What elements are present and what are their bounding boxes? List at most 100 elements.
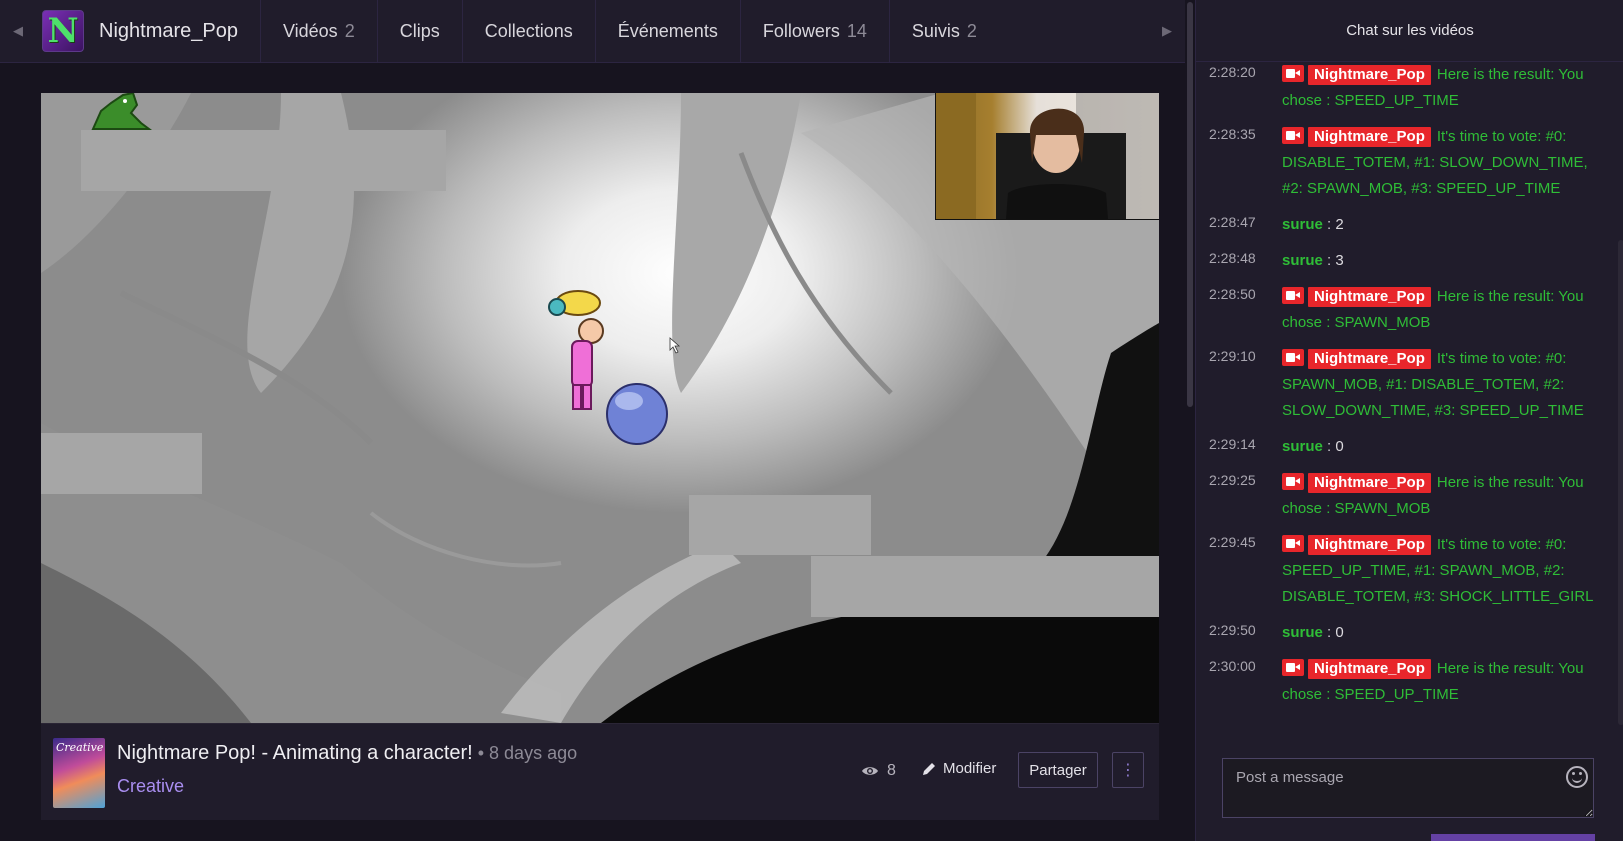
- chat-message-text: 3: [1335, 252, 1344, 269]
- chat-message: 2:29:14 surue : 0: [1196, 434, 1616, 460]
- chat-message: 2:28:47 surue : 2: [1196, 212, 1616, 238]
- chat-send-button[interactable]: [1431, 834, 1595, 841]
- chat-message-body: Nightmare_Pop It's time to vote: #0: DISA…: [1282, 124, 1606, 202]
- tab-label: Followers: [762, 20, 840, 41]
- tab-count: 2: [344, 20, 355, 41]
- tab-followers[interactable]: Followers 14: [739, 0, 889, 62]
- page-scrollbar-thumb[interactable]: [1187, 2, 1193, 407]
- chat-message: 2:29:45 Nightmare_Pop It's time to vote: #…: [1196, 532, 1616, 610]
- chat-message-body: surue : 0: [1282, 620, 1606, 646]
- video-player[interactable]: [41, 93, 1159, 723]
- chat-message-body: Nightmare_Pop Here is the result: You cho…: [1282, 656, 1606, 708]
- tab-count: 2: [966, 20, 977, 41]
- chat-message: 2:28:20 Nightmare_Pop Here is the result: …: [1196, 62, 1616, 114]
- bubble-sprite: [606, 383, 668, 445]
- chat-timestamp[interactable]: 2:28:47: [1209, 214, 1256, 230]
- webcam-overlay: [935, 93, 1159, 220]
- chat-message: 2:29:50 surue : 0: [1196, 620, 1616, 646]
- chat-message-text: 0: [1335, 624, 1344, 641]
- chat-timestamp[interactable]: 2:28:20: [1209, 64, 1256, 80]
- tab-clips[interactable]: Clips: [376, 0, 462, 62]
- broadcaster-video-icon: [1282, 64, 1304, 82]
- chat-message-text: 0: [1335, 438, 1344, 455]
- channel-name[interactable]: Nightmare_Pop: [99, 20, 260, 43]
- page-scrollbar[interactable]: [1185, 0, 1195, 841]
- chat-separator: :: [1322, 216, 1336, 233]
- chat-username[interactable]: Nightmare_Pop: [1308, 127, 1431, 147]
- chat-timestamp[interactable]: 2:29:14: [1209, 436, 1256, 452]
- chat-username[interactable]: Nightmare_Pop: [1308, 65, 1431, 85]
- chat-username[interactable]: surue: [1282, 216, 1323, 233]
- chat-separator: :: [1322, 438, 1336, 455]
- channel-avatar[interactable]: N: [42, 10, 84, 52]
- tab-videos[interactable]: Vidéos 2: [259, 0, 377, 62]
- chat-message-body: Nightmare_Pop It's time to vote: #0: SPEE…: [1282, 532, 1606, 610]
- chat-message-text: 2: [1335, 216, 1344, 233]
- chat-timestamp[interactable]: 2:28:50: [1209, 286, 1256, 302]
- tab-evenements[interactable]: Événements: [594, 0, 740, 62]
- game-box-art[interactable]: Creative: [53, 738, 105, 808]
- chat-message: 2:30:00 Nightmare_Pop Here is the result: …: [1196, 656, 1616, 708]
- channel-nav: ◀ N Nightmare_Pop Vidéos 2 Clips Collection…: [0, 0, 1185, 63]
- tab-label: Vidéos: [282, 20, 338, 41]
- chat-timestamp[interactable]: 2:29:10: [1209, 348, 1256, 364]
- video-title-text: Nightmare Pop! - Animating a character!: [117, 742, 473, 764]
- view-count-value: 8: [887, 762, 896, 779]
- chat-username[interactable]: surue: [1282, 252, 1323, 269]
- broadcaster-video-icon: [1282, 286, 1304, 304]
- chat-timestamp[interactable]: 2:29:45: [1209, 534, 1256, 550]
- character-sprite: [548, 290, 604, 410]
- chat-message-body: surue : 2: [1282, 212, 1606, 238]
- chat-message-list: 2:28:20 Nightmare_Pop Here is the result: …: [1196, 62, 1616, 747]
- chat-username[interactable]: Nightmare_Pop: [1308, 349, 1431, 369]
- tab-label: Clips: [399, 20, 440, 41]
- chat-message-body: surue : 0: [1282, 434, 1606, 460]
- eye-icon: [862, 767, 878, 775]
- tab-label: Suivis: [911, 20, 960, 41]
- chat-message: 2:28:48 surue : 3: [1196, 248, 1616, 274]
- pencil-icon: [923, 762, 935, 775]
- chat-scrollbar[interactable]: [1618, 240, 1623, 725]
- nav-scroll-left-icon[interactable]: ◀: [0, 0, 36, 62]
- chat-username[interactable]: surue: [1282, 438, 1323, 455]
- view-count: 8: [861, 762, 896, 780]
- chat-message-body: Nightmare_Pop Here is the result: You cho…: [1282, 284, 1606, 336]
- chat-username[interactable]: Nightmare_Pop: [1308, 535, 1431, 555]
- chat-timestamp[interactable]: 2:30:00: [1209, 658, 1256, 674]
- chat-message: 2:28:35 Nightmare_Pop It's time to vote: #…: [1196, 124, 1616, 202]
- chat-input[interactable]: [1222, 758, 1594, 818]
- chat-message-body: Nightmare_Pop Here is the result: You cho…: [1282, 62, 1606, 114]
- edit-button-label: Modifier: [943, 760, 997, 777]
- edit-button[interactable]: Modifier: [921, 760, 996, 777]
- more-options-icon[interactable]: ⋮: [1112, 752, 1144, 788]
- broadcaster-video-icon: [1282, 658, 1304, 676]
- chat-username[interactable]: Nightmare_Pop: [1308, 287, 1431, 307]
- tab-suivis[interactable]: Suivis 2: [888, 0, 999, 62]
- chat-username[interactable]: Nightmare_Pop: [1308, 659, 1431, 679]
- chat-message-body: Nightmare_Pop It's time to vote: #0: SPAW…: [1282, 346, 1606, 424]
- chat-timestamp[interactable]: 2:28:48: [1209, 250, 1256, 266]
- video-page: ◀ N Nightmare_Pop Vidéos 2 Clips Collection…: [0, 0, 1185, 841]
- broadcaster-video-icon: [1282, 472, 1304, 490]
- chat-message: 2:29:25 Nightmare_Pop Here is the result: …: [1196, 470, 1616, 522]
- video-age: • 8 days ago: [472, 743, 578, 763]
- tab-label: Collections: [484, 20, 573, 41]
- chat-timestamp[interactable]: 2:29:25: [1209, 472, 1256, 488]
- tab-label: Événements: [617, 20, 718, 41]
- game-link[interactable]: Creative: [117, 776, 184, 797]
- chat-message-body: Nightmare_Pop Here is the result: You cho…: [1282, 470, 1606, 522]
- chat-message: 2:29:10 Nightmare_Pop It's time to vote: #…: [1196, 346, 1616, 424]
- share-button[interactable]: Partager: [1018, 752, 1098, 788]
- emoji-icon[interactable]: [1566, 766, 1588, 788]
- video-title: Nightmare Pop! - Animating a character! …: [117, 742, 577, 765]
- chat-message: 2:28:50 Nightmare_Pop Here is the result: …: [1196, 284, 1616, 336]
- nav-scroll-right-icon[interactable]: ▶: [1149, 0, 1185, 62]
- chat-timestamp[interactable]: 2:29:50: [1209, 622, 1256, 638]
- tab-collections[interactable]: Collections: [461, 0, 595, 62]
- video-info-bar: Creative Nightmare Pop! - Animating a ch…: [41, 723, 1159, 820]
- chat-panel: Chat sur les vidéos 2:28:20 Nightmare_Pop…: [1195, 0, 1623, 841]
- chat-username[interactable]: surue: [1282, 624, 1323, 641]
- chat-timestamp[interactable]: 2:28:35: [1209, 126, 1256, 142]
- broadcaster-video-icon: [1282, 126, 1304, 144]
- chat-username[interactable]: Nightmare_Pop: [1308, 473, 1431, 493]
